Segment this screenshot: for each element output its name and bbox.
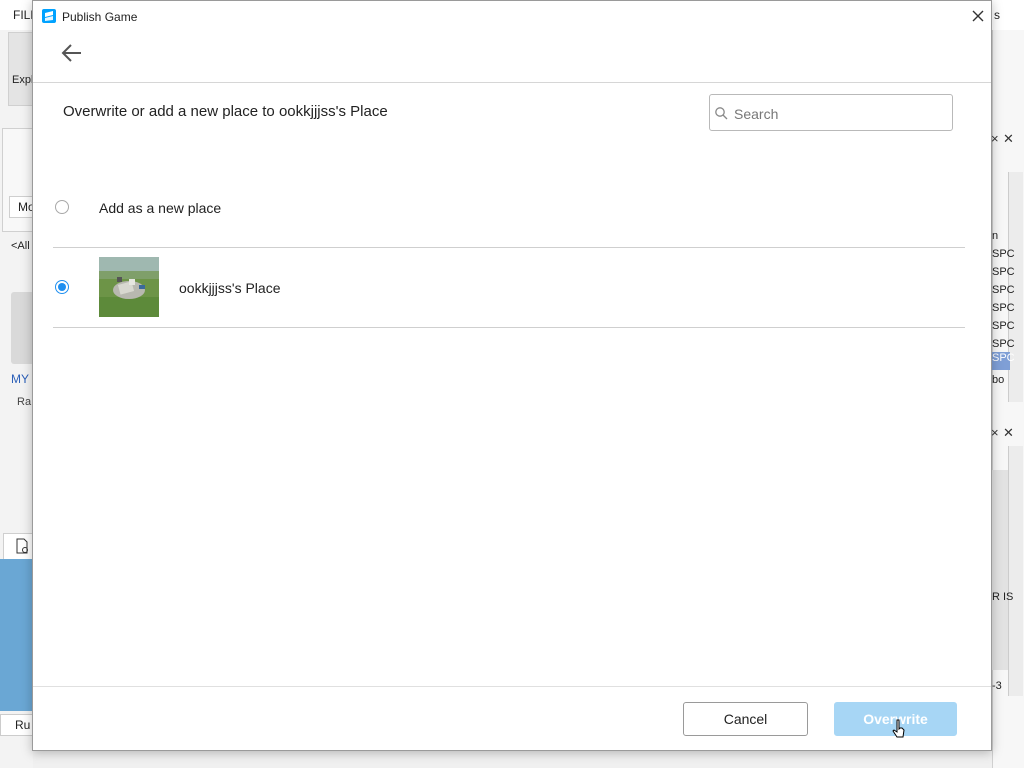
option-add-new-place[interactable]: Add as a new place	[53, 168, 965, 248]
panel-close-icon[interactable]: ✕	[1003, 425, 1014, 441]
panel-float-icon[interactable]: ×	[991, 425, 999, 440]
explorer-row-selected[interactable]: SPC	[992, 352, 1015, 370]
document-icon	[16, 538, 28, 554]
nav-bar	[33, 32, 991, 83]
search-icon	[715, 107, 728, 120]
roblox-studio-icon	[42, 9, 56, 23]
menu-item-partial[interactable]: s	[994, 8, 1000, 22]
search-box[interactable]	[709, 94, 953, 132]
search-input[interactable]	[732, 95, 950, 132]
publish-game-dialog: Publish Game Overwrite or add a new plac…	[32, 0, 992, 751]
radio-existing-place[interactable]	[55, 280, 69, 294]
explorer-label: Expl	[12, 74, 34, 86]
explorer-row[interactable]: SPC	[992, 320, 1015, 332]
place-thumbnail	[99, 257, 159, 317]
mouse-pointer-icon	[892, 719, 905, 738]
page-title: Overwrite or add a new place to ookkjjjs…	[63, 103, 388, 120]
properties-area	[992, 470, 1008, 670]
toolbox-item-rating: Ra	[17, 396, 32, 408]
panel-float-icon[interactable]: ×	[991, 131, 999, 146]
back-arrow-icon[interactable]	[59, 40, 85, 66]
viewport[interactable]	[0, 559, 36, 711]
explorer-row[interactable]: n	[992, 230, 998, 242]
dialog-titlebar: Publish Game	[33, 1, 991, 32]
property-row: R IS	[992, 591, 1014, 603]
property-row: -3	[992, 680, 1002, 692]
option-existing-place[interactable]: ookkjjjss's Place	[53, 248, 965, 328]
dialog-title: Publish Game	[62, 10, 138, 24]
close-icon[interactable]	[968, 6, 988, 26]
explorer-row[interactable]: SPC	[992, 302, 1015, 314]
scrollbar[interactable]	[1008, 446, 1023, 696]
explorer-row[interactable]: SPC	[992, 284, 1015, 296]
toolbox-all-link[interactable]: <All	[11, 240, 30, 252]
explorer-row[interactable]: SPC	[992, 266, 1015, 278]
radio-add-new-place[interactable]	[55, 200, 69, 214]
option-label: ookkjjjss's Place	[179, 280, 281, 296]
explorer-row[interactable]: bo	[992, 374, 1004, 386]
explorer-row[interactable]: SPC	[992, 248, 1015, 260]
explorer-row[interactable]: SPC	[992, 338, 1015, 350]
option-label: Add as a new place	[99, 200, 222, 216]
toolbox-item-title[interactable]: MY	[11, 372, 29, 386]
panel-close-icon[interactable]: ✕	[1003, 131, 1014, 147]
footer-divider	[33, 686, 991, 687]
cancel-button[interactable]: Cancel	[683, 702, 808, 736]
